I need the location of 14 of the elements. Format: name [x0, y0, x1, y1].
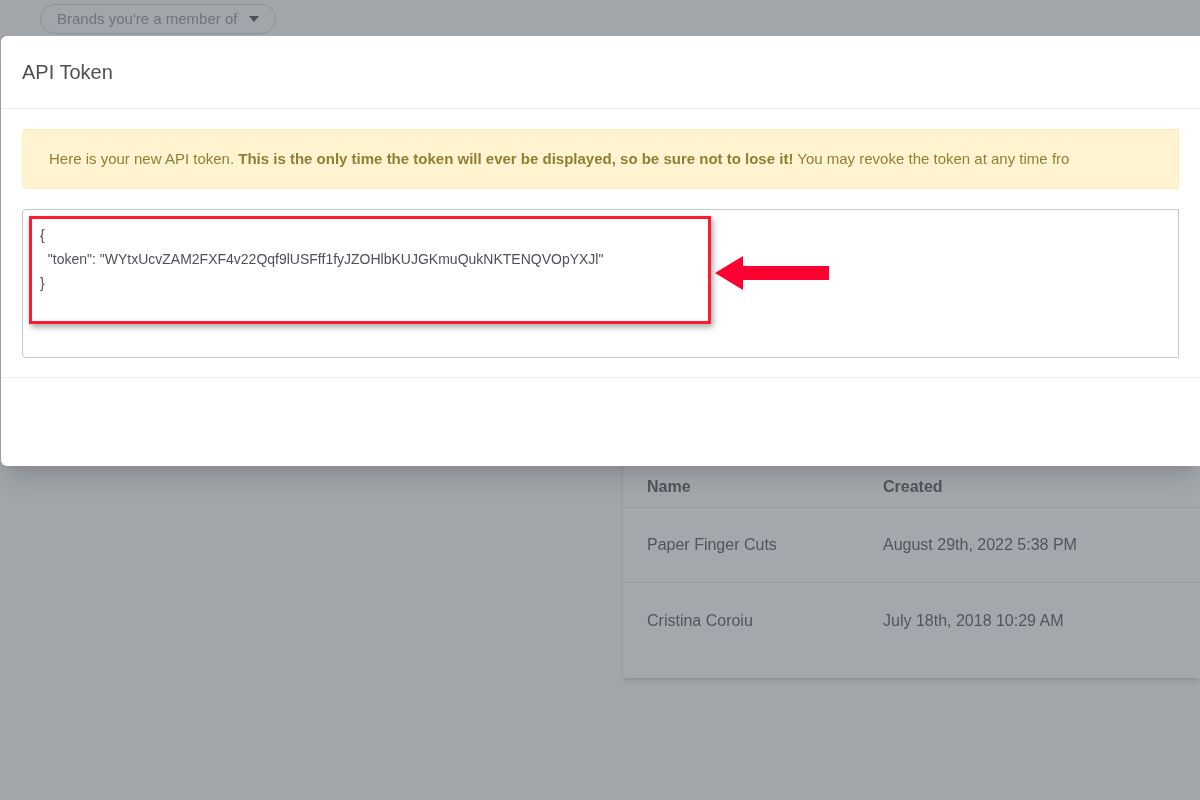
modal-title: API Token: [22, 60, 113, 85]
table-cell-text: Paper Finger Cuts: [647, 535, 778, 555]
caret-icon: [249, 16, 260, 22]
table-cell-text: Cristina Coroiu: [647, 610, 754, 631]
code-line: {: [40, 226, 46, 245]
token-textarea[interactable]: { "token": "WYtxUcvZAM2FXF4v22Qqf9lUSFff1fyJZOHlbKUJGKmuQukNKTENQVOpYXJl" }: [22, 209, 1179, 358]
column-header: Name: [647, 476, 692, 497]
alert-text: Here is your new API token. This is the only time the token will ever be displayed, so be sure not to lose it! You may revoke the token at any time fro: [49, 148, 1070, 169]
code-line: }: [40, 274, 46, 293]
code-line: "token": "WYtxUcvZAM2FXF4v22Qqf9lUSFff1fyJZOHlbKUJGKmuQukNKTENQVOpYXJl": [46, 250, 605, 269]
arrow-icon: [715, 256, 829, 290]
column-header: Created: [883, 476, 943, 497]
table-cell-text: July 18th, 2018 10:29 AM: [883, 610, 1064, 631]
table-cell-text: August 29th, 2022 5:38 PM: [883, 535, 1077, 555]
